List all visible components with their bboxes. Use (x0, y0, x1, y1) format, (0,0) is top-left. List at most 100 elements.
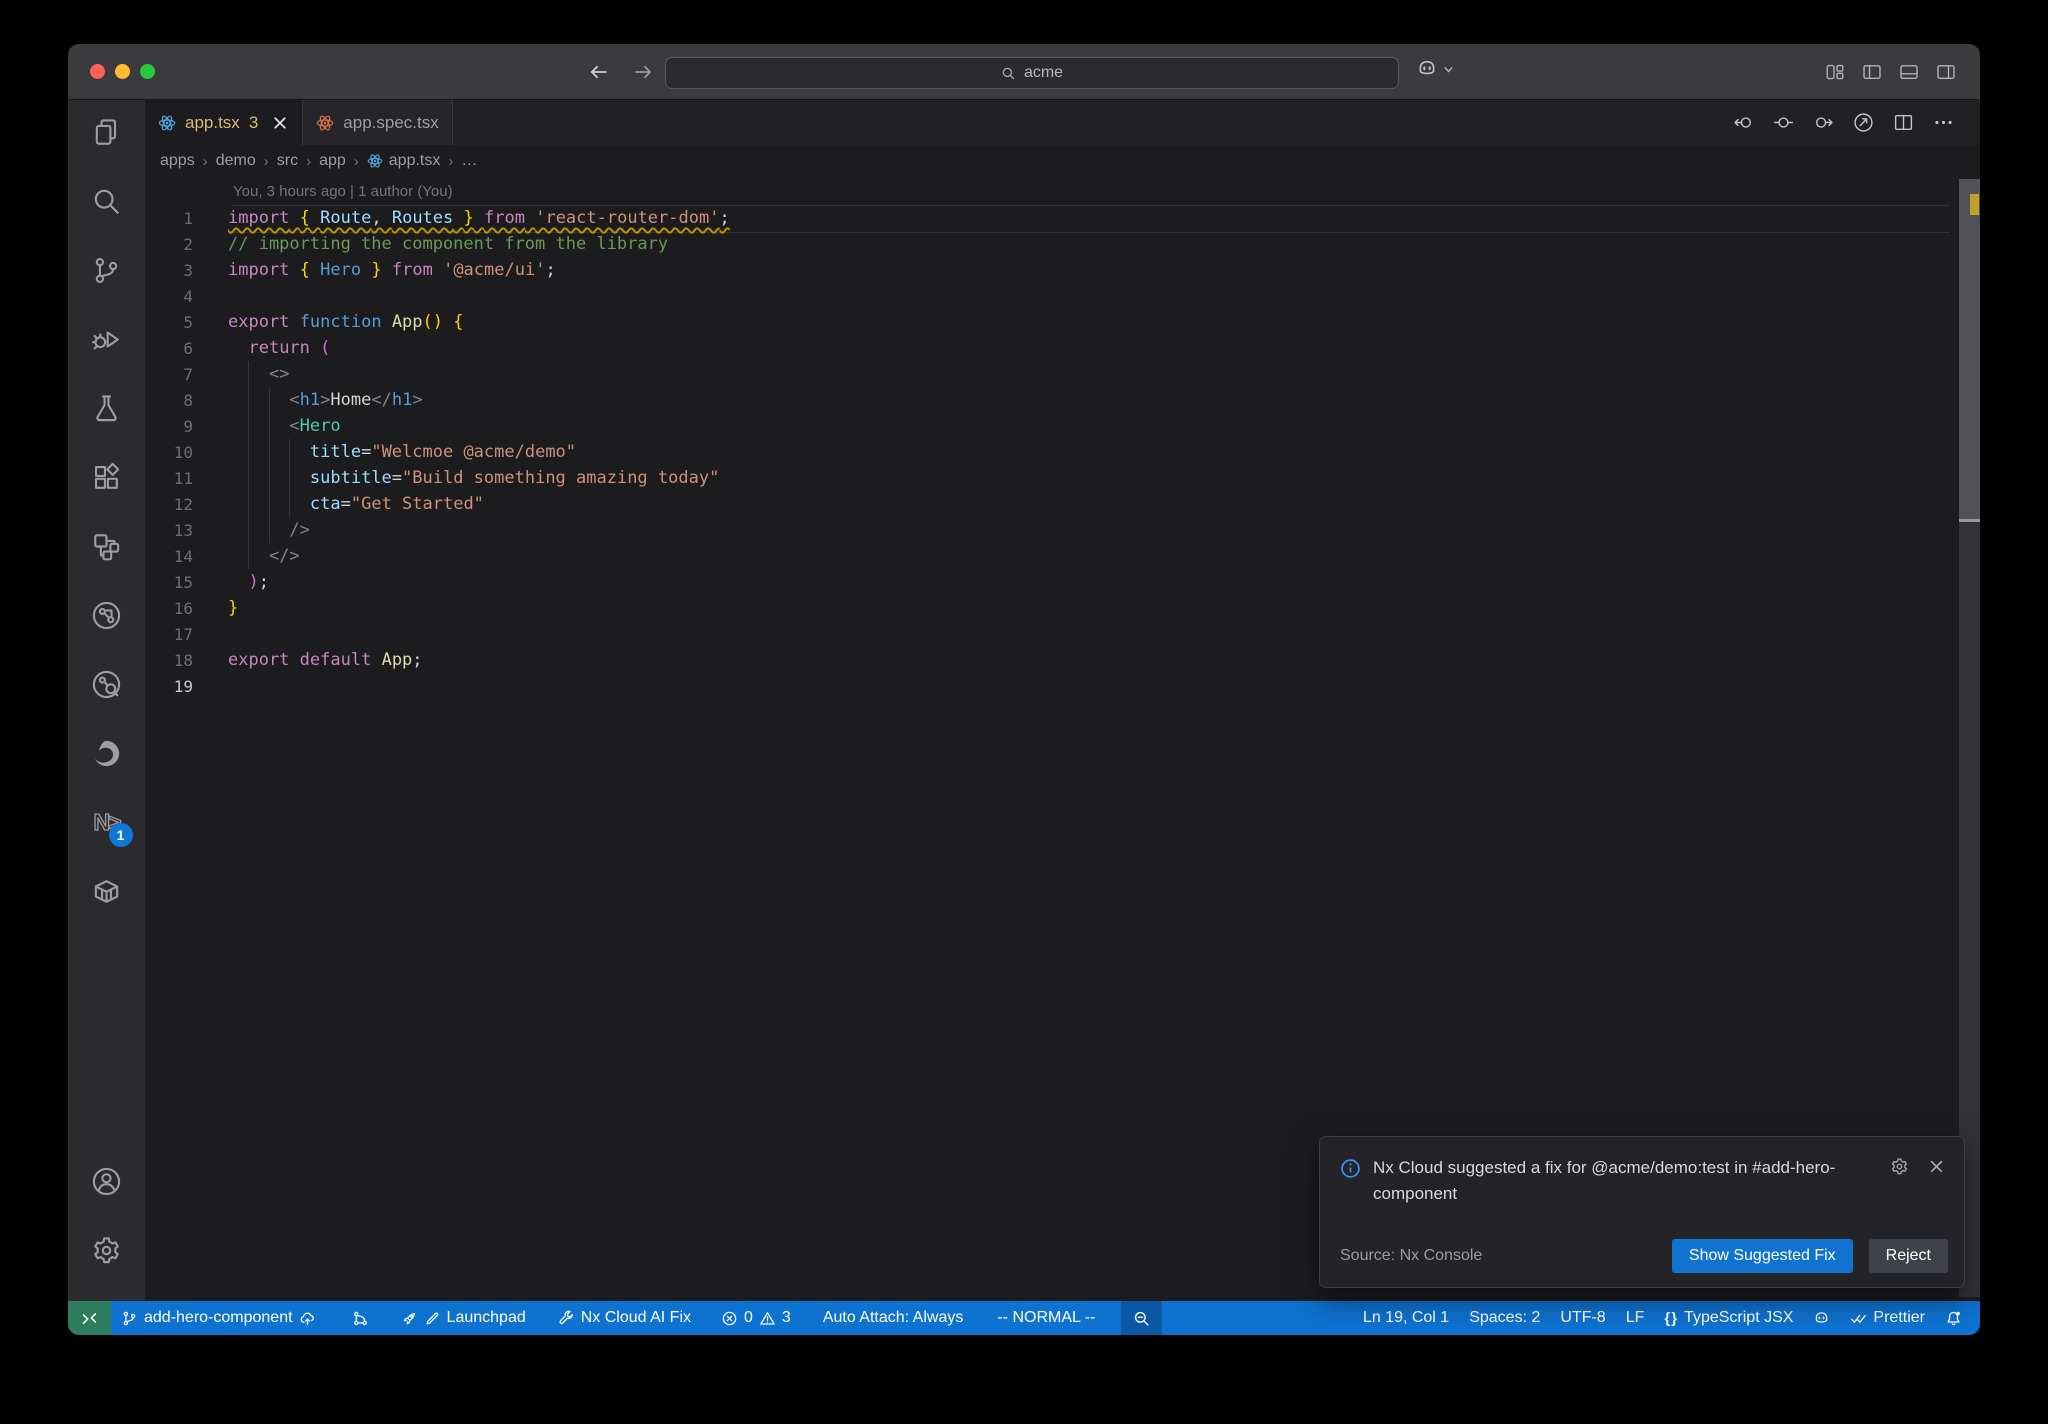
breadcrumb-label: … (461, 152, 478, 169)
activity-item-edge-browser[interactable] (89, 735, 125, 771)
line-content: import { Route, Routes } from 'react-rou… (228, 208, 730, 228)
line-number: 9 (183, 416, 193, 436)
navigate-back-icon[interactable] (1733, 112, 1754, 133)
status-git-branch[interactable]: add-hero-component (111, 1301, 326, 1335)
workbench: N> 1 app.tsx 3 app.spec.tsx apps › demo › src › a… (68, 100, 1980, 1301)
line-content: export default App; (228, 650, 423, 670)
error-circle-icon (721, 1310, 738, 1327)
react-icon (158, 114, 176, 132)
status-auto-attach[interactable]: Auto Attach: Always (813, 1301, 974, 1335)
wrench-icon (558, 1310, 575, 1327)
code-line-12: 12 cta="Get Started" (145, 491, 1980, 517)
line-number: 3 (183, 260, 193, 280)
activity-item-search[interactable] (89, 183, 125, 219)
code-line-10: 10 title="Welcmoe @acme/demo" (145, 439, 1980, 465)
line-content: <h1>Home</h1> (289, 390, 423, 410)
status-prettier[interactable]: Prettier (1840, 1301, 1935, 1335)
activity-item-account[interactable] (89, 1163, 125, 1199)
breadcrumb-item-src[interactable]: src (277, 152, 298, 170)
layout-customize-icon[interactable] (1825, 62, 1845, 82)
status-label: Auto Attach: Always (822, 1309, 964, 1326)
activity-item-graph-search[interactable] (89, 666, 125, 702)
activity-item-containers[interactable] (89, 873, 125, 909)
status-label: UTF-8 (1560, 1309, 1606, 1326)
breadcrumb-label: app (319, 152, 346, 169)
breadcrumb-label: src (276, 152, 299, 169)
status-problems[interactable]: 03 (711, 1301, 801, 1335)
navigate-forward-icon[interactable] (1813, 112, 1834, 133)
show-suggested-fix-button[interactable]: Show Suggested Fix (1671, 1239, 1853, 1273)
breadcrumb-item-demo[interactable]: demo (216, 152, 256, 170)
minimize-window-button[interactable] (115, 64, 130, 79)
status-vim-mode[interactable]: -- NORMAL -- (987, 1301, 1105, 1335)
tab-bar: app.tsx 3 app.spec.tsx (145, 100, 1980, 145)
breadcrumb: apps › demo › src › app › app.tsx ›… (145, 145, 1980, 177)
status-remote-indicator[interactable] (68, 1301, 111, 1335)
line-number: 11 (173, 468, 193, 488)
double-check-icon (1850, 1310, 1867, 1327)
split-editor-icon[interactable] (1893, 112, 1914, 133)
pencil-icon (424, 1310, 441, 1327)
line-number: 1 (183, 208, 193, 228)
scrollbar-thumb[interactable] (1959, 179, 1980, 519)
tab-app.tsx[interactable]: app.tsx 3 (145, 100, 304, 145)
activity-item-project-graph[interactable] (89, 597, 125, 633)
activity-item-settings[interactable] (89, 1232, 125, 1268)
activity-item-source-control[interactable] (89, 252, 125, 288)
status-git-graph[interactable] (342, 1301, 379, 1335)
more-actions-icon[interactable] (1933, 112, 1954, 133)
history-forward-icon[interactable] (632, 61, 654, 83)
breadcrumb-item-app.tsx[interactable]: app.tsx (367, 152, 440, 170)
status-eol[interactable]: LF (1616, 1301, 1655, 1335)
panel-bottom-icon[interactable] (1899, 62, 1919, 82)
activity-item-run-and-debug[interactable] (89, 321, 125, 357)
copilot-menu[interactable] (1416, 58, 1455, 80)
panel-right-icon[interactable] (1936, 62, 1956, 82)
status-launchpad[interactable]: Launchpad (391, 1301, 536, 1335)
panel-left-icon[interactable] (1862, 62, 1882, 82)
tab-close-icon[interactable] (271, 114, 289, 132)
activity-item-extensions[interactable] (89, 459, 125, 495)
notification-close-icon[interactable] (1927, 1157, 1946, 1176)
git-graph-icon (352, 1310, 369, 1327)
status-language-mode[interactable]: {} TypeScript JSX (1654, 1301, 1803, 1335)
breadcrumb-item-apps[interactable]: apps (160, 152, 195, 170)
notification-settings-gear-icon[interactable] (1890, 1157, 1909, 1176)
status-copilot-status[interactable] (1803, 1301, 1840, 1335)
close-window-button[interactable] (90, 64, 105, 79)
breadcrumb-item-…[interactable]: … (461, 152, 477, 170)
overview-warning-marker (1970, 194, 1979, 215)
maximize-window-button[interactable] (140, 64, 155, 79)
reject-button[interactable]: Reject (1868, 1239, 1948, 1273)
status-notifications-bell[interactable] (1935, 1301, 1972, 1335)
status-nx-cloud-ai-fix[interactable]: Nx Cloud AI Fix (548, 1301, 701, 1335)
graph-search-icon (91, 669, 122, 700)
run-file-icon[interactable] (1853, 112, 1874, 133)
current-change-icon[interactable] (1773, 112, 1794, 133)
tab-app.spec.tsx[interactable]: app.spec.tsx (303, 100, 453, 145)
rocket-icon (401, 1310, 418, 1327)
activity-item-dependencies[interactable] (89, 528, 125, 564)
testing-icon (91, 393, 122, 424)
status-indentation[interactable]: Spaces: 2 (1459, 1301, 1550, 1335)
line-number: 12 (173, 494, 193, 514)
breadcrumb-item-app[interactable]: app (319, 152, 346, 170)
command-center-search[interactable]: acme (665, 57, 1399, 89)
status-encoding[interactable]: UTF-8 (1550, 1301, 1615, 1335)
title-bar: acme (68, 44, 1980, 100)
code-line-13: 13 /> (145, 517, 1980, 543)
activity-item-testing[interactable] (89, 390, 125, 426)
vertical-scrollbar[interactable] (1959, 179, 1980, 1297)
activity-item-nx-console[interactable]: N> 1 (89, 804, 133, 847)
code-line-4: 4 (145, 283, 1980, 309)
history-back-icon[interactable] (588, 61, 610, 83)
status-zoom-indicator[interactable] (1121, 1301, 1163, 1335)
extensions-icon (91, 462, 122, 493)
activity-item-explorer[interactable] (89, 114, 125, 150)
line-content: </> (268, 546, 300, 566)
zoom-out-icon (1133, 1310, 1150, 1327)
breadcrumb-label: apps (160, 152, 195, 169)
status-cursor-position[interactable]: Ln 19, Col 1 (1353, 1301, 1459, 1335)
remote-icon (81, 1310, 98, 1327)
search-icon (1001, 66, 1016, 81)
